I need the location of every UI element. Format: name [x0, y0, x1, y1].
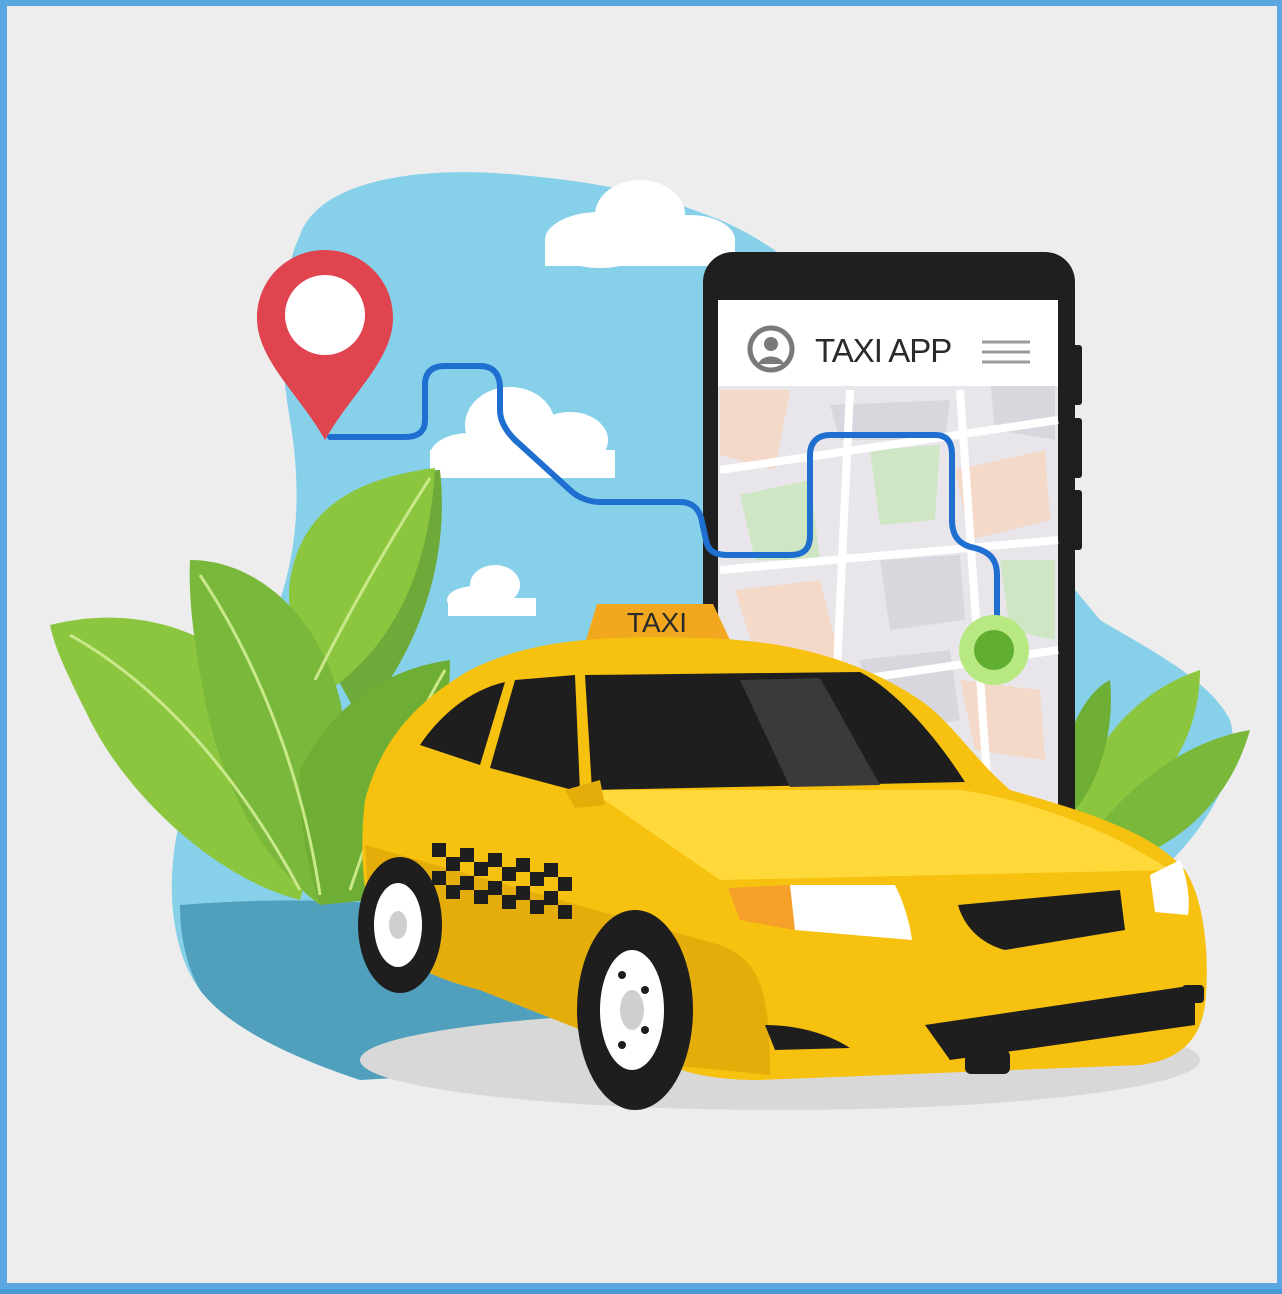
app-title: TAXI APP — [815, 332, 951, 369]
destination-dot-icon — [959, 615, 1029, 685]
phone-side-button-2 — [1072, 418, 1082, 478]
phone-side-button-3 — [1072, 490, 1082, 550]
taxi-roof-sign-label: TAXI — [627, 607, 687, 638]
taxi-wheel-rear-right — [1182, 985, 1204, 1003]
phone-side-button-1 — [1072, 345, 1082, 405]
taxi-wheel-front — [577, 910, 693, 1110]
taxi-app-illustration: TAXI APP TAXI — [0, 0, 1282, 1289]
illustration-canvas: TAXI APP TAXI — [0, 0, 1282, 1289]
taxi-wheel-rear — [358, 857, 442, 993]
taxi-wheel-front-right — [965, 1050, 1010, 1074]
